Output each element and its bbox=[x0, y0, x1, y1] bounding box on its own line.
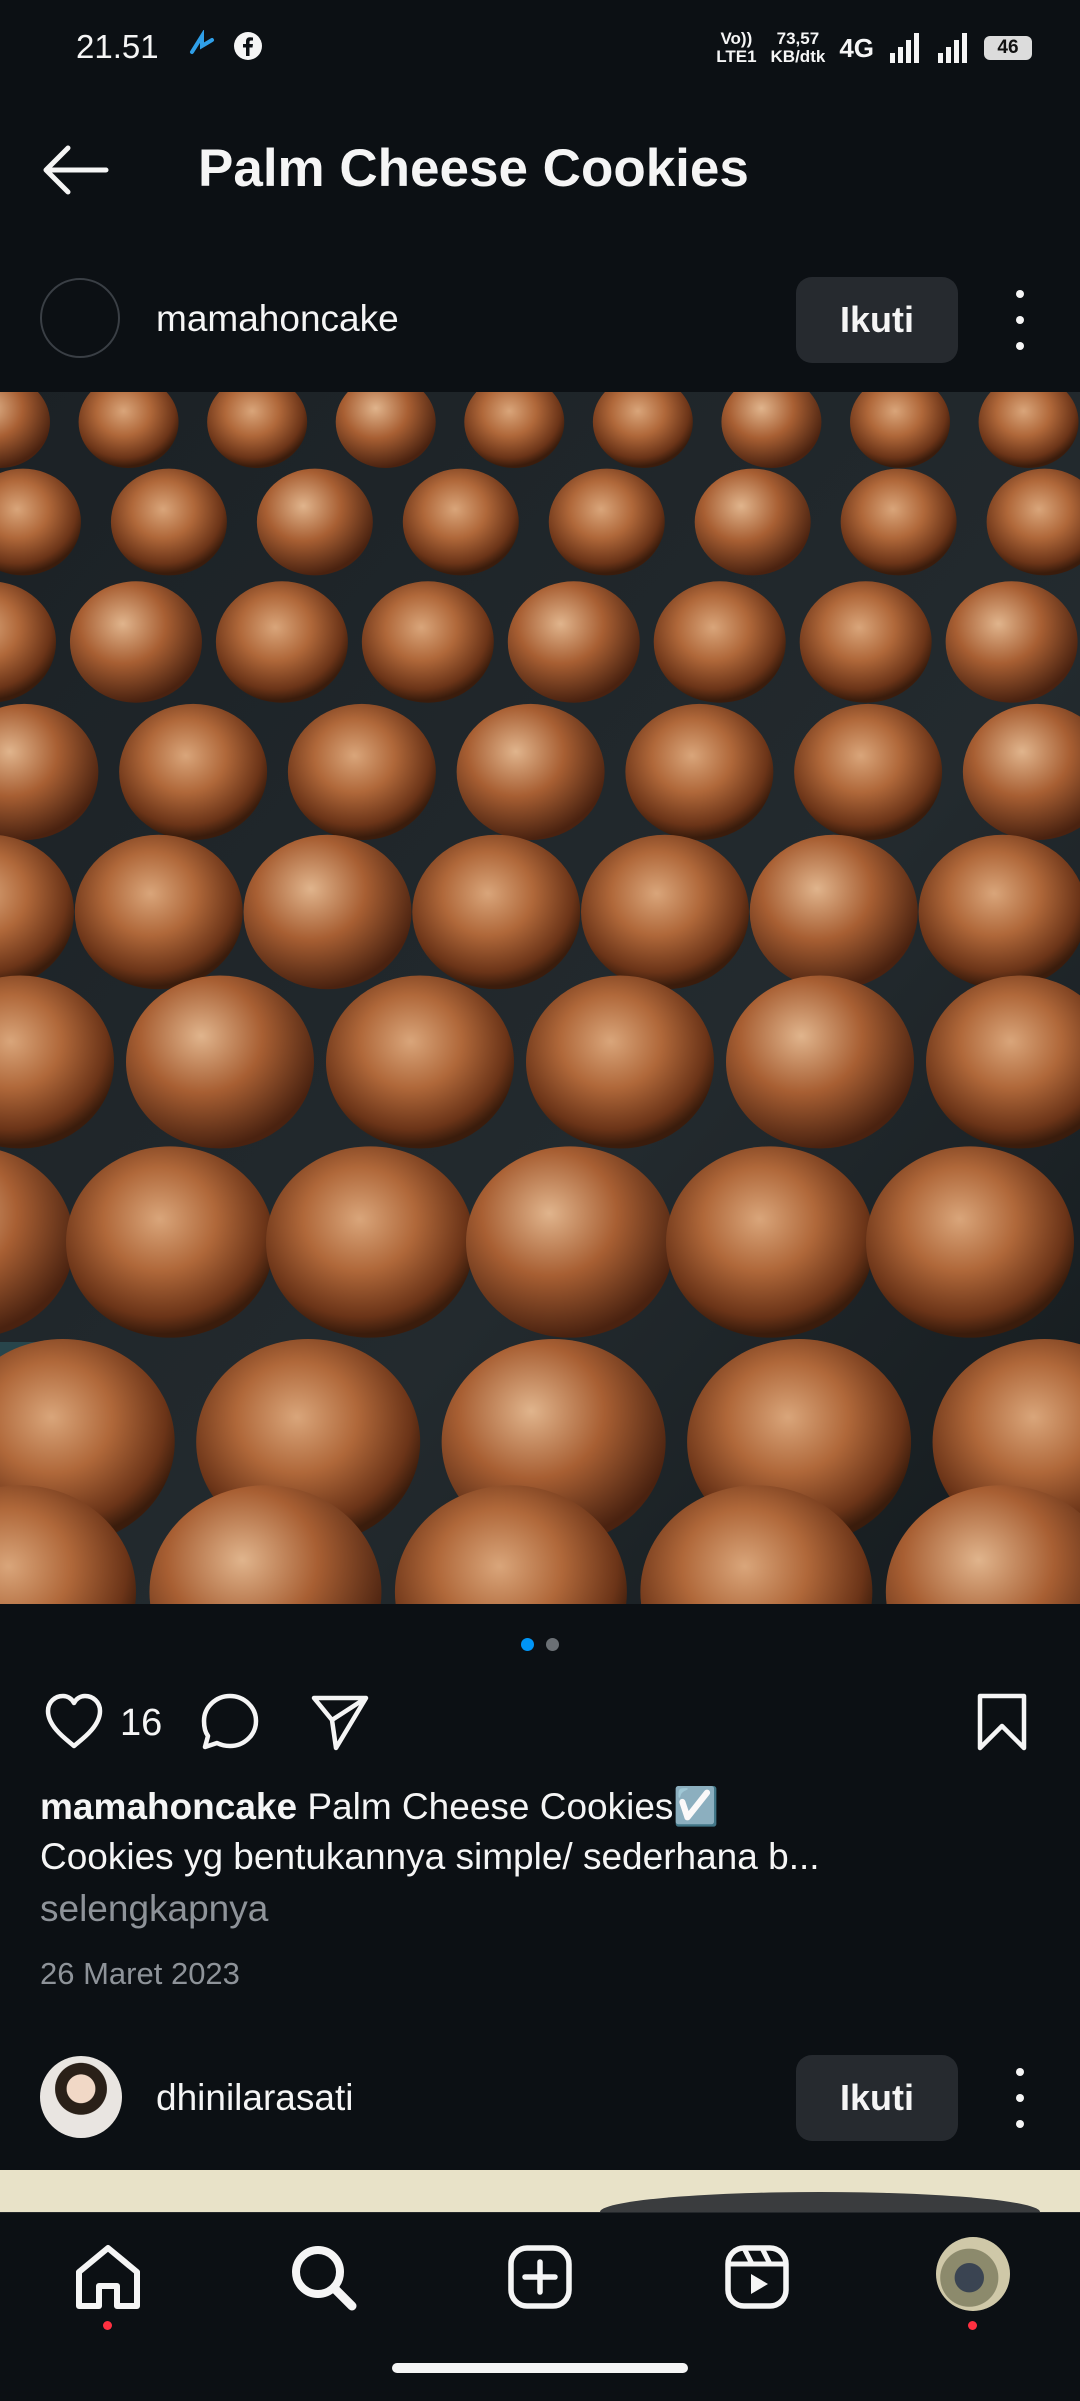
cookie bbox=[750, 835, 918, 990]
post-date: 26 Maret 2023 bbox=[40, 1956, 240, 1992]
status-right-group: Vo)) LTE1 73,57 KB/dtk 4G 46 bbox=[716, 22, 1032, 74]
home-indicator bbox=[392, 2363, 688, 2373]
status-time: 21.51 bbox=[76, 28, 159, 66]
facebook-icon bbox=[232, 30, 264, 62]
dot-icon bbox=[1016, 316, 1024, 324]
cookie bbox=[581, 835, 749, 990]
caption-line-1: mamahoncake Palm Cheese Cookies☑️ bbox=[40, 1786, 720, 1829]
cookie bbox=[866, 1146, 1074, 1337]
cookie bbox=[841, 469, 957, 576]
carousel-dot-active bbox=[521, 1638, 534, 1651]
cookie bbox=[508, 581, 640, 702]
dot-icon bbox=[1016, 2068, 1024, 2076]
share-send-icon[interactable] bbox=[308, 1690, 372, 1754]
dot-icon bbox=[1016, 290, 1024, 298]
signal-icon bbox=[888, 31, 922, 65]
author-avatar[interactable] bbox=[40, 278, 120, 358]
caption-username[interactable]: mamahoncake bbox=[40, 1786, 297, 1827]
back-arrow-icon[interactable] bbox=[36, 140, 116, 200]
status-bar: 21.51 Vo)) LTE1 73,57 KB/dtk 4G 46 bbox=[0, 0, 1080, 96]
next-author-avatar[interactable] bbox=[40, 2056, 122, 2138]
more-link[interactable]: selengkapnya bbox=[40, 1888, 268, 1930]
cookie bbox=[126, 976, 314, 1149]
like-heart-icon[interactable] bbox=[42, 1690, 106, 1754]
cookie bbox=[549, 469, 665, 576]
cookie bbox=[412, 835, 580, 990]
save-bookmark-icon[interactable] bbox=[970, 1690, 1034, 1754]
cookie bbox=[111, 469, 227, 576]
comment-icon[interactable] bbox=[198, 1690, 262, 1754]
network-speed: 73,57 KB/dtk bbox=[771, 30, 826, 66]
cookie bbox=[919, 835, 1080, 990]
battery-indicator: 46 bbox=[984, 36, 1032, 60]
cookie bbox=[654, 581, 786, 702]
home-icon[interactable] bbox=[71, 2240, 145, 2314]
cookie bbox=[800, 581, 932, 702]
dot-icon bbox=[1016, 342, 1024, 350]
next-more-options-button[interactable] bbox=[1008, 2068, 1032, 2128]
cookie bbox=[66, 1146, 274, 1337]
author-username[interactable]: mamahoncake bbox=[156, 298, 399, 340]
next-post-image-peek[interactable] bbox=[0, 2170, 1080, 2212]
cookie bbox=[695, 469, 811, 576]
cookie bbox=[326, 976, 514, 1149]
volte-indicator: Vo)) LTE1 bbox=[716, 30, 756, 66]
caption-title: Palm Cheese Cookies☑️ bbox=[307, 1786, 719, 1827]
carousel-dot bbox=[546, 1638, 559, 1651]
signal-icon-2 bbox=[936, 31, 970, 65]
reels-icon[interactable] bbox=[720, 2240, 794, 2314]
cookie bbox=[75, 835, 243, 990]
cookie bbox=[119, 704, 267, 840]
profile-notification-dot bbox=[968, 2321, 977, 2330]
network-type: 4G bbox=[839, 33, 874, 64]
like-count[interactable]: 16 bbox=[120, 1702, 162, 1745]
cookie bbox=[625, 704, 773, 840]
profile-avatar[interactable] bbox=[936, 2237, 1010, 2311]
cookie bbox=[362, 581, 494, 702]
dot-icon bbox=[1016, 2094, 1024, 2102]
add-post-icon[interactable] bbox=[503, 2240, 577, 2314]
home-notification-dot bbox=[103, 2321, 112, 2330]
more-options-button[interactable] bbox=[1008, 290, 1032, 350]
caption-line-2: Cookies yg bentukannya simple/ sederhana… bbox=[40, 1836, 820, 1878]
next-follow-button[interactable]: Ikuti bbox=[796, 2055, 958, 2141]
cookie bbox=[244, 835, 412, 990]
cookie bbox=[946, 581, 1078, 702]
search-icon[interactable] bbox=[286, 2240, 360, 2314]
cookie bbox=[726, 976, 914, 1149]
follow-button[interactable]: Ikuti bbox=[796, 277, 958, 363]
cookie bbox=[457, 704, 605, 840]
cookie bbox=[266, 1146, 474, 1337]
post-image[interactable] bbox=[0, 392, 1080, 1604]
app-notification-icon bbox=[186, 30, 218, 62]
dot-icon bbox=[1016, 2120, 1024, 2128]
cookie bbox=[666, 1146, 874, 1337]
cookies-photo bbox=[0, 392, 1080, 1604]
cookie bbox=[288, 704, 436, 840]
cookie bbox=[216, 581, 348, 702]
cookie bbox=[794, 704, 942, 840]
next-author-username[interactable]: dhinilarasati bbox=[156, 2077, 353, 2119]
cookie bbox=[466, 1146, 674, 1337]
cookie bbox=[257, 469, 373, 576]
cookie bbox=[403, 469, 519, 576]
page-title: Palm Cheese Cookies bbox=[198, 138, 749, 199]
cookie bbox=[70, 581, 202, 702]
cookie bbox=[526, 976, 714, 1149]
